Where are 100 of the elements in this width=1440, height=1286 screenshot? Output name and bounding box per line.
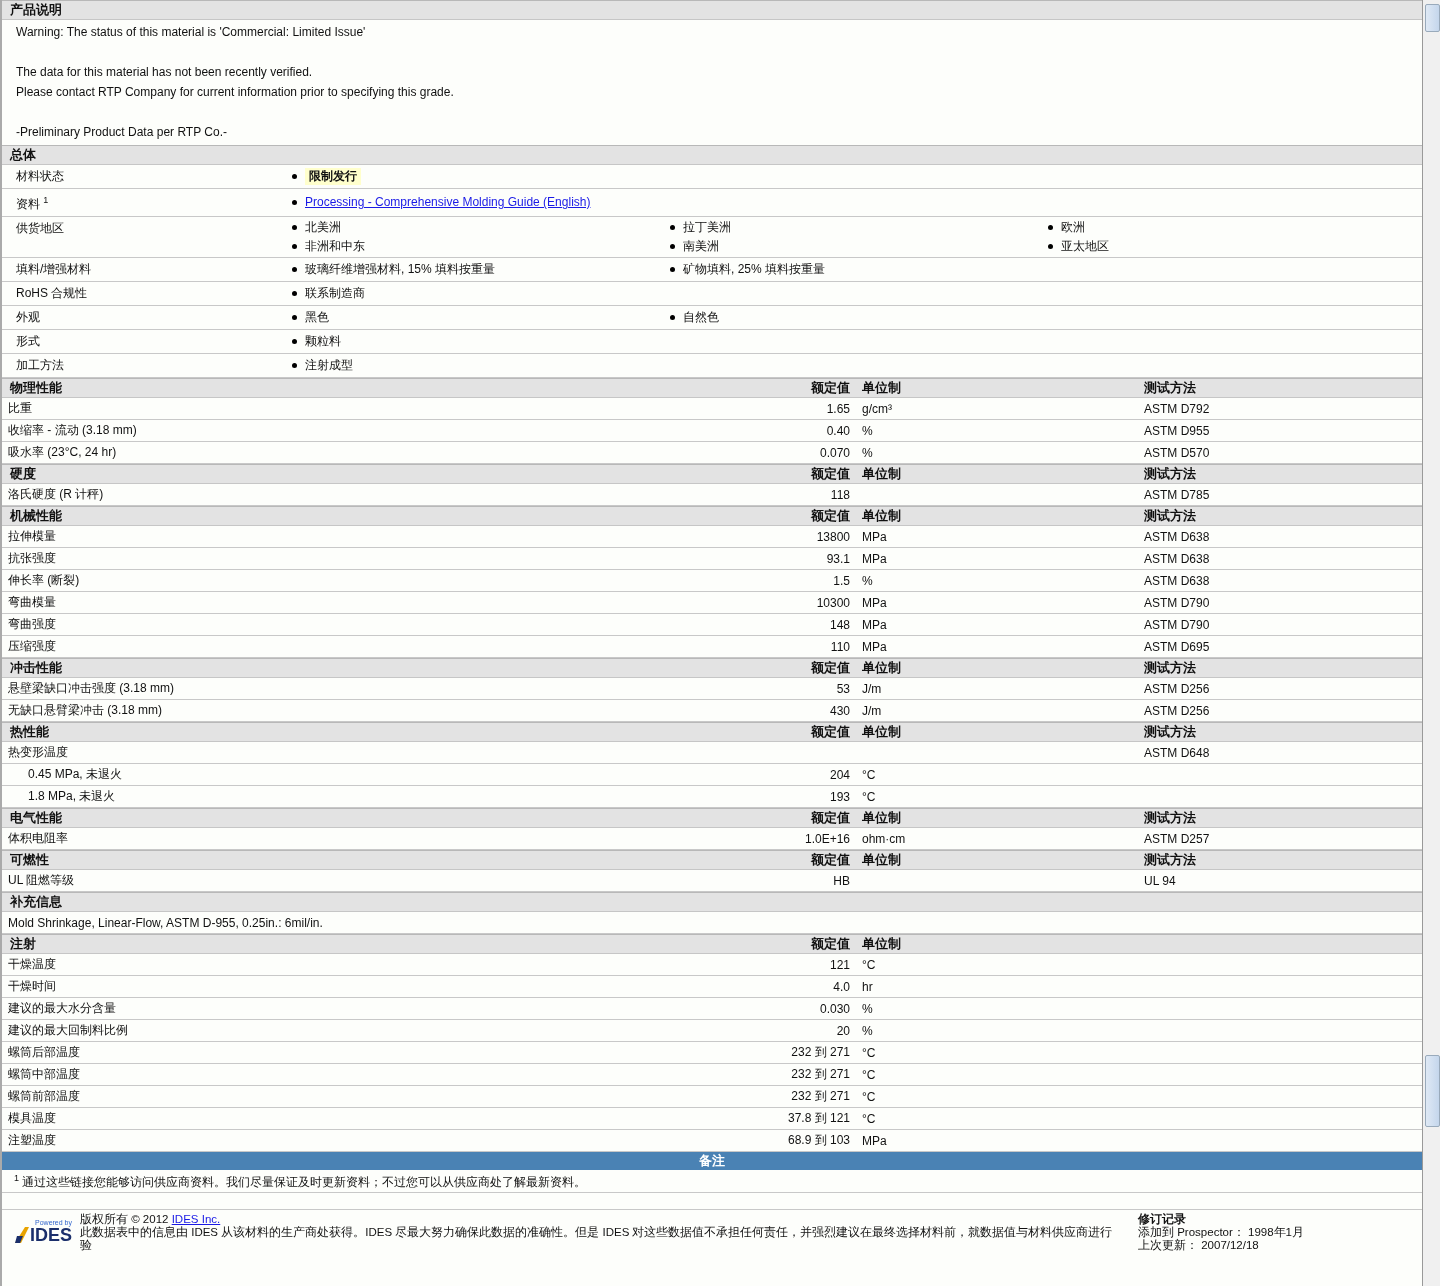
test-method: ASTM D785	[1143, 487, 1211, 502]
column-header: 额定值	[810, 851, 851, 869]
value-cell-text: 110	[829, 639, 851, 654]
property-name: 无缺口悬臂梁冲击 (3.18 mm)	[7, 702, 163, 719]
value-cell-text: 0.030	[818, 1001, 851, 1016]
column-header: 额定值	[810, 379, 851, 397]
revision-text: 添加到 Prospector： 1998年1月	[1138, 1226, 1305, 1239]
property-value: 自然色	[683, 309, 719, 326]
column-header: 测试方法	[1143, 659, 1197, 677]
bullet-icon	[292, 363, 297, 368]
column-header: 额定值	[810, 465, 851, 483]
value-cell-text: 4.0	[832, 979, 851, 994]
test-method: ASTM D792	[1143, 401, 1211, 416]
property-name: 干燥温度	[7, 956, 57, 973]
document-link[interactable]: Processing - Comprehensive Molding Guide (English)	[305, 194, 591, 211]
property-value: 联系制造商	[305, 285, 365, 302]
property-name: 吸水率 (23°C, 24 hr)	[7, 444, 118, 461]
unit-cell-text: MPa	[861, 617, 888, 632]
property-value: 矿物填料, 25% 填料按重量	[683, 261, 826, 278]
property-label: 加工方法	[15, 357, 65, 374]
test-method: ASTM D570	[1143, 445, 1211, 460]
property-label: 填料/增强材料	[15, 261, 93, 278]
property-value: 亚太地区	[1061, 238, 1109, 255]
property-name: 弯曲强度	[7, 616, 57, 633]
value-cell-text: 1.5	[832, 573, 851, 588]
unit-cell-text: MPa	[861, 551, 888, 566]
test-method: ASTM D638	[1143, 551, 1211, 566]
column-header: 测试方法	[1143, 851, 1197, 869]
column-header: 单位制	[861, 809, 902, 827]
value-cell-text: 430	[828, 703, 851, 718]
column-header: 单位制	[861, 379, 902, 397]
property-value: 欧洲	[1061, 219, 1085, 236]
supplementary-text: Mold Shrinkage, Linear-Flow, ASTM D-955, 0.25in.: 6mil/in.	[7, 915, 324, 930]
property-name: 螺筒前部温度	[7, 1088, 81, 1105]
property-name: 热变形温度	[7, 744, 69, 761]
column-header: 单位制	[861, 723, 902, 741]
property-label: 材料状态	[15, 168, 65, 185]
unit-cell-text: MPa	[861, 1133, 888, 1148]
value-cell-text: 0.40	[825, 423, 851, 438]
notes-header: 备注	[2, 1152, 1422, 1170]
section-title: 产品说明	[9, 1, 62, 19]
property-name: 洛氏硬度 (R 计秤)	[7, 486, 105, 503]
unit-cell-text: °C	[861, 957, 877, 972]
test-method: ASTM D695	[1143, 639, 1211, 654]
property-label: 供货地区	[15, 220, 65, 237]
unit-cell-text: °C	[861, 1111, 877, 1126]
property-name: 注塑温度	[7, 1132, 57, 1149]
column-header: 额定值	[810, 723, 851, 741]
description-text: Warning: The status of this material is 'Commercial: Limited Issue'	[16, 24, 367, 41]
test-method: ASTM D955	[1143, 423, 1211, 438]
bullet-icon	[292, 200, 297, 205]
unit-cell-text: MPa	[861, 529, 888, 544]
unit-cell-text: MPa	[861, 639, 888, 654]
property-value: 拉丁美洲	[683, 219, 731, 236]
value-cell-text: 0.070	[818, 445, 851, 460]
column-header: 单位制	[861, 659, 902, 677]
unit-cell-text: °C	[861, 1089, 877, 1104]
property-name: 螺筒后部温度	[7, 1044, 81, 1061]
property-name: 体积电阻率	[7, 830, 69, 847]
disclaimer-text: 此数据表中的信息由 IDES 从该材料的生产商处获得。IDES 尽最大努力确保此数据的准确性。但是 IDES 对这些数据值不承担任何责任，并强烈建议在最终选择材料前，就数据值与材料供应商进行验	[80, 1226, 1114, 1252]
property-value: 注射成型	[305, 357, 353, 374]
property-name: 干燥时间	[7, 978, 57, 995]
property-value: 非洲和中东	[305, 238, 365, 255]
value-cell-text: 20	[835, 1023, 851, 1038]
unit-cell-text: °C	[861, 1067, 877, 1082]
property-name: 0.45 MPa, 未退火	[27, 766, 124, 783]
scrollbar[interactable]	[1423, 0, 1440, 1286]
bullet-icon	[292, 244, 297, 249]
bullet-icon	[292, 339, 297, 344]
column-header: 额定值	[810, 659, 851, 677]
logo-icon	[15, 1227, 29, 1243]
section-title: 注射	[9, 935, 37, 953]
unit-cell-text: MPa	[861, 595, 888, 610]
status-value: 限制发行	[305, 168, 361, 185]
bullet-icon	[670, 315, 675, 320]
value-cell-text: 53	[835, 681, 851, 696]
unit-cell-text: %	[861, 423, 874, 438]
property-label: 外观	[15, 309, 41, 326]
property-label: 资料 $^{1}$	[15, 194, 50, 213]
value-cell-text: 10300	[815, 595, 851, 610]
footnote-text: $^{1}$ 通过这些链接您能够访问供应商资料。我们尽量保证及时更新资料；不过您可以从供应商处了解最新资料。	[2, 1170, 1422, 1193]
section-title: 物理性能	[9, 379, 63, 397]
section-title: 热性能	[9, 723, 50, 741]
property-name: 压缩强度	[7, 638, 57, 655]
column-header: 额定值	[810, 507, 851, 525]
property-name: 弯曲模量	[7, 594, 57, 611]
unit-cell-text: %	[861, 1001, 874, 1016]
test-method: ASTM D257	[1143, 831, 1211, 846]
value-cell-text: 193	[828, 789, 851, 804]
property-name: 模具温度	[7, 1110, 57, 1127]
property-name: 收缩率 - 流动 (3.18 mm)	[7, 422, 138, 439]
column-header: 额定值	[810, 809, 851, 827]
value-cell-text: HB	[832, 873, 851, 888]
bullet-icon	[670, 225, 675, 230]
value-cell-text: 232 到 271	[790, 1088, 851, 1105]
value-cell-text: 232 到 271	[790, 1044, 851, 1061]
property-label: 形式	[15, 333, 41, 350]
company-link[interactable]: IDES Inc.	[171, 1213, 221, 1225]
column-header: 测试方法	[1143, 379, 1197, 397]
copyright-text: 版权所有 © 2012	[80, 1213, 170, 1225]
